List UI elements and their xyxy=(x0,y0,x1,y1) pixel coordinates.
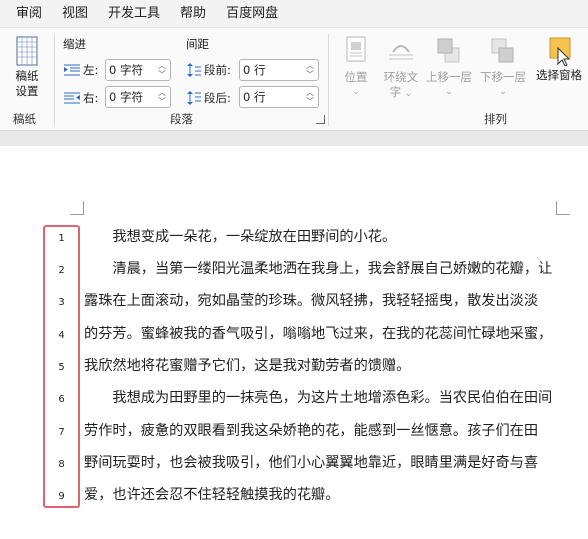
wrap-text-button[interactable]: 环绕文 字 ⌄ xyxy=(380,36,422,102)
indent-title: 缩进 xyxy=(63,37,86,51)
group-divider xyxy=(328,34,329,126)
bring-forward-label: 上移一层 xyxy=(426,70,472,84)
group-label-arrange: 排列 xyxy=(484,112,507,126)
paragraph-dialog-launcher-icon[interactable] xyxy=(316,115,325,124)
right-indent-value: 0 字符 xyxy=(109,90,143,104)
wrap-text-label-line2-text: 字 xyxy=(389,85,402,99)
group-label-paragraph: 段落 xyxy=(170,112,193,126)
menu-developer[interactable]: 开发工具 xyxy=(98,0,170,27)
wrap-text-label-line2: 字 ⌄ xyxy=(390,85,413,102)
space-after-label-wrap: 段后: xyxy=(187,90,231,106)
left-indent-value: 0 字符 xyxy=(109,63,143,77)
group-label-manuscript: 稿纸 xyxy=(13,112,36,126)
line-number: 1 xyxy=(58,233,65,244)
manuscript-settings-line2: 设置 xyxy=(15,84,39,98)
menu-review[interactable]: 审阅 xyxy=(6,0,52,27)
wrap-text-label-line1: 环绕文 xyxy=(383,70,419,84)
line-number: 6 xyxy=(58,394,65,405)
margin-corner-top-left xyxy=(70,201,84,215)
left-indent-label: 左: xyxy=(83,63,99,77)
left-indent-label-wrap: 左: xyxy=(64,62,98,78)
space-before-input[interactable]: 0 行 ︿ ﹀ xyxy=(239,59,319,81)
chevron-down-icon: ⌄ xyxy=(445,87,453,97)
position-button[interactable]: 位置 ⌄ xyxy=(338,36,374,100)
spacing-title: 间距 xyxy=(186,37,209,51)
right-indent-label-wrap: 右: xyxy=(64,90,98,106)
text-line[interactable]: 清晨，当第一缕阳光温柔地洒在我身上，我会舒展自己娇嫩的花瓣，让 xyxy=(84,258,552,278)
bring-forward-icon xyxy=(437,38,460,63)
chevron-down-icon: ⌄ xyxy=(404,89,413,99)
wrap-text-icon xyxy=(389,45,413,60)
line-number: 8 xyxy=(58,459,65,470)
spinner-arrows-icon[interactable]: ︿ ﹀ xyxy=(306,61,314,79)
text-line[interactable]: 我想变成一朵花，一朵绽放在田野间的小花。 xyxy=(84,226,396,246)
menu-bar: 审阅 视图 开发工具 帮助 百度网盘 xyxy=(0,0,588,27)
text-line[interactable]: 劳作时，疲惫的双眼看到我这朵娇艳的花，能感到一丝惬意。孩子们在田 xyxy=(84,420,538,440)
manuscript-settings-button[interactable]: 稿纸 设置 xyxy=(6,36,48,99)
space-before-value: 0 行 xyxy=(243,63,266,77)
document-page[interactable]: 1 2 3 4 5 6 7 8 9 我想变成一朵花，一朵绽放在田野间的小花。 清… xyxy=(0,146,588,539)
space-before-icon xyxy=(187,63,201,77)
line-number: 2 xyxy=(58,265,65,276)
send-backward-icon xyxy=(491,38,514,63)
line-number: 5 xyxy=(58,362,65,373)
space-after-icon xyxy=(187,91,201,105)
line-numbers-highlight: 1 2 3 4 5 6 7 8 9 xyxy=(43,225,80,508)
left-indent-input[interactable]: 0 字符 ︿ ﹀ xyxy=(105,59,171,81)
selection-pane-button[interactable]: 选择窗格 xyxy=(532,36,586,83)
text-line[interactable]: 的芬芳。蜜蜂被我的香气吸引，嗡嗡地飞过来，在我的花蕊间忙碌地采蜜， xyxy=(84,323,552,343)
space-before-label-wrap: 段前: xyxy=(187,62,231,78)
right-indent-icon xyxy=(64,92,80,104)
line-number: 7 xyxy=(58,427,65,438)
right-indent-label: 右: xyxy=(83,91,99,105)
send-backward-label: 下移一层 xyxy=(480,70,526,84)
space-after-input[interactable]: 0 行 ︿ ﹀ xyxy=(239,86,319,108)
position-icon xyxy=(346,36,366,62)
left-indent-icon xyxy=(64,64,80,76)
text-line[interactable]: 爱，也许还会忍不住轻轻触摸我的花瓣。 xyxy=(84,484,339,504)
text-line[interactable]: 野间玩耍时，也会被我吸引，他们小心翼翼地靠近，眼睛里满是好奇与喜 xyxy=(84,452,538,472)
group-divider xyxy=(54,34,55,126)
manuscript-paper-icon xyxy=(16,36,38,66)
spinner-arrows-icon[interactable]: ︿ ﹀ xyxy=(306,88,314,106)
space-after-label: 段后: xyxy=(204,91,231,105)
position-label: 位置 xyxy=(344,70,368,84)
bring-forward-button[interactable]: 上移一层 ⌄ xyxy=(424,36,474,100)
line-number: 3 xyxy=(58,297,65,308)
menu-baidu-netdisk[interactable]: 百度网盘 xyxy=(216,0,288,27)
menu-help[interactable]: 帮助 xyxy=(170,0,216,27)
spinner-arrows-icon[interactable]: ︿ ﹀ xyxy=(158,88,166,106)
right-indent-input[interactable]: 0 字符 ︿ ﹀ xyxy=(105,86,171,108)
chevron-down-icon: ⌄ xyxy=(499,87,507,97)
space-after-value: 0 行 xyxy=(243,90,266,104)
line-number: 9 xyxy=(58,491,65,502)
text-line[interactable]: 露珠在上面滚动，宛如晶莹的珍珠。微风轻拂，我轻轻摇曳，散发出淡淡 xyxy=(84,290,538,310)
text-line[interactable]: 我欣然地将花蜜赠予它们，这是我对勤劳者的馈赠。 xyxy=(84,355,410,375)
text-line[interactable]: 我想成为田野里的一抹亮色，为这片土地增添色彩。当农民伯伯在田间 xyxy=(84,387,552,407)
line-number: 4 xyxy=(58,330,65,341)
ribbon: 稿纸 设置 稿纸 缩进 间距 左: 0 字符 ︿ ﹀ 右: 0 字符 ︿ ﹀ 段前: xyxy=(0,27,588,131)
space-before-label: 段前: xyxy=(204,63,231,77)
send-backward-button[interactable]: 下移一层 ⌄ xyxy=(478,36,528,100)
chevron-down-icon: ⌄ xyxy=(352,87,360,97)
margin-corner-top-right xyxy=(556,201,570,215)
menu-view[interactable]: 视图 xyxy=(52,0,98,27)
selection-pane-label: 选择窗格 xyxy=(536,68,582,82)
spinner-arrows-icon[interactable]: ︿ ﹀ xyxy=(158,61,166,79)
manuscript-settings-line1: 稿纸 xyxy=(15,69,39,83)
selection-pane-icon xyxy=(549,37,571,66)
